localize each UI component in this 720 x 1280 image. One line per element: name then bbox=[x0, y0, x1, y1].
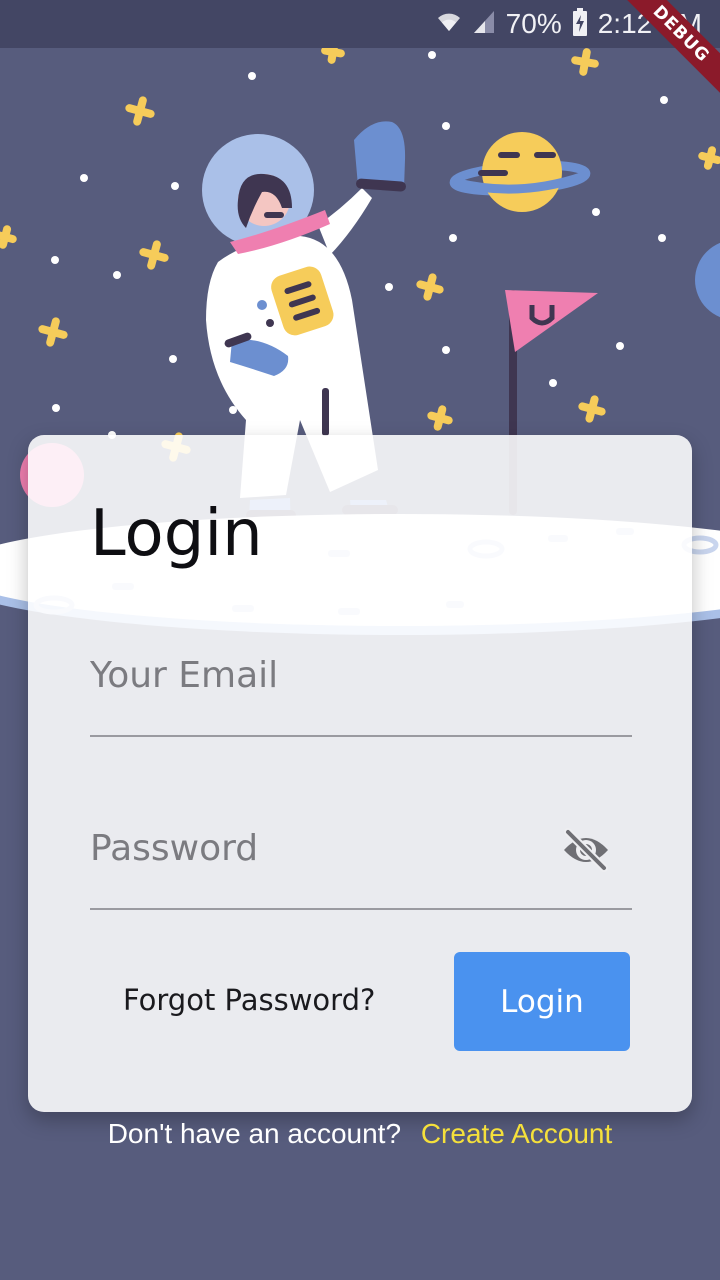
login-title: Login bbox=[90, 497, 263, 571]
email-input[interactable] bbox=[90, 647, 550, 703]
cellular-signal-icon bbox=[472, 9, 496, 40]
signup-row: Don't have an account? Create Account bbox=[0, 1118, 720, 1150]
password-field[interactable] bbox=[90, 790, 632, 910]
visibility-off-icon[interactable] bbox=[562, 828, 610, 872]
status-bar: 70% 2:12 PM bbox=[0, 0, 720, 48]
email-field[interactable] bbox=[90, 617, 632, 737]
signup-prompt: Don't have an account? bbox=[107, 1118, 402, 1149]
password-input[interactable] bbox=[90, 820, 550, 876]
wifi-icon bbox=[436, 9, 462, 40]
login-button[interactable]: Login bbox=[454, 952, 630, 1051]
forgot-password-link[interactable]: Forgot Password? bbox=[123, 983, 375, 1017]
battery-percent: 70% bbox=[505, 8, 562, 39]
blue-planet bbox=[695, 242, 720, 318]
login-card: Login Forgot Password? Login bbox=[28, 435, 692, 1112]
battery-charging-icon bbox=[572, 7, 588, 41]
create-account-link[interactable]: Create Account bbox=[421, 1118, 612, 1149]
ringed-planet bbox=[449, 132, 591, 212]
